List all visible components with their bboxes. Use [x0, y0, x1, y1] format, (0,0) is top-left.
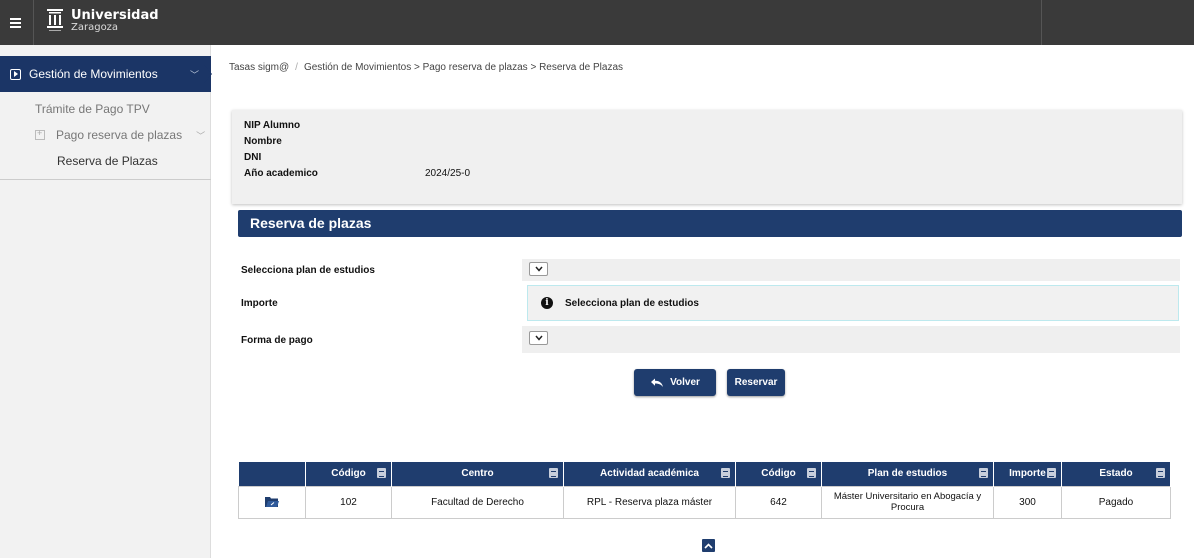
chevron-down-icon	[534, 335, 543, 341]
volver-label: Volver	[670, 377, 700, 388]
academic-year-value: 2024/25-0	[425, 168, 471, 179]
university-logo[interactable]: Universidad Zaragoza	[45, 6, 159, 36]
cell-plan: Máster Universitario en Abogacía y Procu…	[821, 485, 994, 519]
sidebar-submenu: Trámite de Pago TPV Pago reserva de plaz…	[0, 92, 211, 180]
cell-codigo: 102	[305, 485, 392, 519]
reservations-table: Código Centro Actividad académica Código…	[238, 462, 1171, 519]
plan-select-row	[522, 259, 1180, 281]
forma-pago-select[interactable]	[529, 331, 548, 345]
expand-plus-icon	[35, 128, 45, 140]
cell-centro: Facultad de Derecho	[391, 485, 564, 519]
col-header-codigo[interactable]: Código	[305, 462, 392, 486]
row-action-cell[interactable]	[238, 485, 306, 519]
table-row: 102 Facultad de Derecho RPL - Reserva pl…	[238, 485, 1171, 519]
col-header-codigo-plan[interactable]: Código	[735, 462, 822, 486]
brand-name: Universidad	[71, 7, 159, 23]
panel-title: Reserva de plazas	[238, 210, 1182, 237]
sort-icon[interactable]	[979, 468, 988, 478]
back-to-top-button[interactable]	[702, 539, 715, 552]
cell-actividad: RPL - Reserva plaza máster	[563, 485, 736, 519]
active-pointer	[204, 65, 212, 83]
cell-estado: Pagado	[1061, 485, 1171, 519]
sidebar-item-tramite-pago-tpv[interactable]: Trámite de Pago TPV	[35, 102, 150, 116]
col-header-label: Estado	[1099, 468, 1133, 480]
breadcrumb-path: Gestión de Movimientos > Pago reserva de…	[303, 62, 624, 73]
folder-open-icon[interactable]	[265, 496, 279, 508]
col-header-actions	[238, 462, 306, 486]
col-header-importe[interactable]: Importe	[993, 462, 1062, 486]
plan-select[interactable]	[529, 262, 548, 276]
dni-label: DNI	[244, 152, 262, 163]
importe-notice: i Selecciona plan de estudios	[527, 285, 1179, 321]
cell-codigo-plan: 642	[735, 485, 822, 519]
cell-importe: 300	[993, 485, 1062, 519]
hamburger-icon	[9, 17, 21, 28]
sidebar: Gestión de Movimientos ﹀ Trámite de Pago…	[0, 45, 212, 558]
undo-arrow-icon	[651, 378, 664, 387]
student-info-box: NIP Alumno Nombre DNI Año academico 2024…	[232, 110, 1182, 204]
forma-pago-label: Forma de pago	[241, 335, 313, 346]
col-header-centro[interactable]: Centro	[391, 462, 564, 486]
breadcrumb-separator: /	[295, 62, 298, 73]
breadcrumb: Tasas sigm@ / Gestión de Movimientos > Pag…	[229, 62, 623, 73]
col-header-actividad[interactable]: Actividad académica	[563, 462, 736, 486]
reservar-button[interactable]: Reservar	[727, 369, 785, 396]
chevron-down-icon: ﹀	[196, 130, 206, 141]
table-header-row: Código Centro Actividad académica Código…	[238, 462, 1171, 486]
sort-icon[interactable]	[549, 468, 558, 478]
menu-toggle-button[interactable]	[0, 0, 34, 45]
col-header-label: Importe	[1009, 468, 1046, 480]
forma-pago-row	[522, 326, 1180, 353]
sort-icon[interactable]	[1047, 468, 1056, 478]
volver-button[interactable]: Volver	[634, 369, 716, 396]
col-header-label: Código	[761, 468, 796, 480]
col-header-label: Actividad académica	[600, 468, 699, 480]
sort-icon[interactable]	[721, 468, 730, 478]
top-bar: Universidad Zaragoza	[0, 0, 1194, 45]
breadcrumb-root-link[interactable]: Tasas sigm@	[229, 62, 289, 73]
col-header-label: Plan de estudios	[867, 468, 948, 480]
chevron-up-icon	[704, 542, 713, 549]
importe-label: Importe	[241, 298, 278, 309]
info-icon: i	[541, 297, 553, 309]
sidebar-item-label: Gestión de Movimientos	[29, 67, 158, 81]
col-header-plan[interactable]: Plan de estudios	[821, 462, 994, 486]
importe-notice-text: Selecciona plan de estudios	[565, 297, 699, 309]
sort-icon[interactable]	[377, 468, 386, 478]
sidebar-item-label: Pago reserva de plazas	[56, 128, 183, 142]
sort-icon[interactable]	[1156, 468, 1165, 478]
sidebar-item-gestion-movimientos[interactable]: Gestión de Movimientos ﹀	[0, 56, 212, 92]
expand-square-icon	[10, 68, 21, 80]
chevron-down-icon	[534, 266, 543, 272]
col-header-label: Centro	[461, 468, 494, 480]
brand-city: Zaragoza	[71, 21, 119, 33]
reservar-label: Reservar	[734, 377, 778, 388]
sidebar-item-pago-reserva[interactable]: Pago reserva de plazas ﹀	[35, 128, 205, 142]
plan-label: Selecciona plan de estudios	[241, 265, 375, 276]
header-divider	[1041, 0, 1042, 45]
col-header-estado[interactable]: Estado	[1061, 462, 1171, 486]
academic-year-label: Año academico	[244, 168, 318, 179]
sidebar-item-reserva-plazas[interactable]: Reserva de Plazas	[57, 154, 158, 168]
sort-icon[interactable]	[807, 468, 816, 478]
university-emblem-icon	[47, 9, 63, 31]
col-header-label: Código	[331, 468, 366, 480]
nombre-label: Nombre	[244, 136, 282, 147]
nip-label: NIP Alumno	[244, 120, 301, 131]
chevron-down-icon: ﹀	[190, 71, 200, 81]
